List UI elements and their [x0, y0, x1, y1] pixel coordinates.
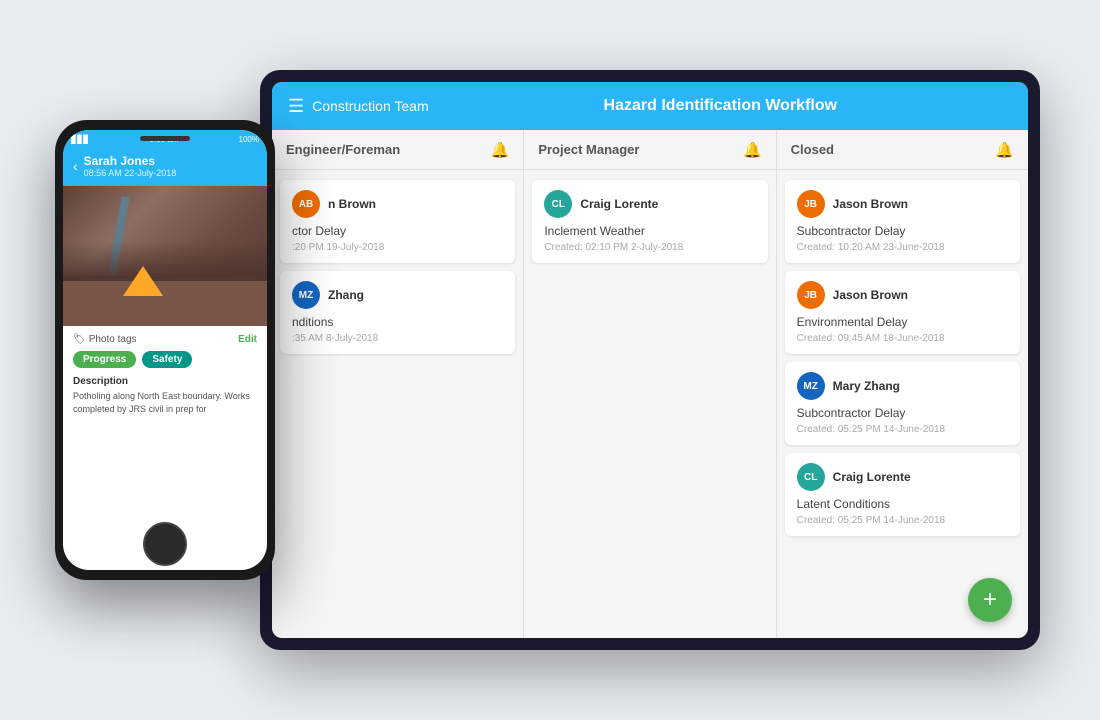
card-issue-closed-1: Subcontractor Delay [797, 224, 1008, 238]
menu-icon[interactable]: ☰ [288, 96, 304, 117]
description-text: Potholing along North East boundary. Wor… [73, 390, 257, 415]
card-date-2: :35 AM 8-July-2018 [292, 333, 503, 344]
card-name-closed-3: Mary Zhang [833, 379, 900, 393]
app-title: Hazard Identification Workflow [429, 97, 1012, 115]
card-date-closed-2: Created: 09:45 AM 18-June-2018 [797, 333, 1008, 344]
card-issue-closed-2: Environmental Delay [797, 315, 1008, 329]
card-engineer-2[interactable]: MZ Zhang nditions :35 AM 8-July-2018 [280, 271, 515, 354]
card-name-pm-1: Craig Lorente [580, 197, 658, 211]
photo-tags-label: 🏷 Photo tags [73, 334, 137, 345]
column-title-closed: Closed [791, 142, 834, 157]
card-issue-closed-4: Latent Conditions [797, 497, 1008, 511]
time-display: 9:80 am [150, 135, 179, 144]
avatar-cl-closed: CL [797, 463, 825, 491]
bell-icon-closed[interactable]: 🔔 [995, 141, 1014, 159]
phone-content: 🏷 Photo tags Edit Progress Safety Descri… [63, 326, 267, 570]
card-name-closed-1: Jason Brown [833, 197, 908, 211]
tag-progress[interactable]: Progress [73, 351, 136, 368]
column-engineer: Engineer/Foreman 🔔 AB n Brown ctor Delay… [272, 130, 524, 638]
card-closed-4[interactable]: CL Craig Lorente Latent Conditions Creat… [785, 453, 1020, 536]
card-closed-3[interactable]: MZ Mary Zhang Subcontractor Delay Create… [785, 362, 1020, 445]
card-closed-1[interactable]: JB Jason Brown Subcontractor Delay Creat… [785, 180, 1020, 263]
card-name-closed-2: Jason Brown [833, 288, 908, 302]
column-header-closed: Closed 🔔 [777, 130, 1028, 170]
column-header-engineer: Engineer/Foreman 🔔 [272, 130, 523, 170]
card-name-closed-4: Craig Lorente [833, 470, 911, 484]
tags-row: Progress Safety [73, 351, 257, 368]
avatar-mz-closed: MZ [797, 372, 825, 400]
card-pm-1[interactable]: CL Craig Lorente Inclement Weather Creat… [532, 180, 767, 263]
card-closed-2[interactable]: JB Jason Brown Environmental Delay Creat… [785, 271, 1020, 354]
bell-icon-pm[interactable]: 🔔 [743, 141, 762, 159]
phone-user-info: Sarah Jones 08:56 AM 22-July-2018 [84, 154, 257, 178]
description-heading: Description [73, 376, 257, 387]
card-issue-2: nditions [292, 315, 503, 329]
back-button[interactable]: ‹ [73, 158, 78, 174]
phone-device: ▊▊▊ 9:80 am 100% ‹ Sarah Jones 08:56 AM … [55, 120, 275, 580]
column-title-pm: Project Manager [538, 142, 639, 157]
card-issue-1: ctor Delay [292, 224, 503, 238]
team-name: Construction Team [312, 98, 428, 114]
column-title-engineer: Engineer/Foreman [286, 142, 400, 157]
card-name-1: n Brown [328, 197, 376, 211]
tag-safety[interactable]: Safety [142, 351, 192, 368]
soil-shape [63, 276, 267, 326]
card-date-closed-3: Created: 05:25 PM 14-June-2018 [797, 424, 1008, 435]
card-date-pm-1: Created: 02:10 PM 2-July-2018 [544, 242, 755, 253]
card-issue-pm-1: Inclement Weather [544, 224, 755, 238]
avatar-jb-1: JB [797, 190, 825, 218]
phone-header: ‹ Sarah Jones 08:56 AM 22-July-2018 [63, 148, 267, 186]
tablet-screen: ☰ Construction Team Hazard Identificatio… [272, 82, 1028, 638]
column-cards-closed: JB Jason Brown Subcontractor Delay Creat… [777, 170, 1028, 638]
column-project-manager: Project Manager 🔔 CL Craig Lorente Incle… [524, 130, 776, 638]
flag-shape [123, 266, 163, 296]
rocks-shape [63, 241, 267, 281]
phone-screen: ▊▊▊ 9:80 am 100% ‹ Sarah Jones 08:56 AM … [63, 130, 267, 570]
card-name-2: Zhang [328, 288, 364, 302]
kanban-board: Engineer/Foreman 🔔 AB n Brown ctor Delay… [272, 130, 1028, 638]
battery-icon: 100% [239, 135, 259, 144]
card-engineer-1[interactable]: AB n Brown ctor Delay :20 PM 19-July-201… [280, 180, 515, 263]
avatar-ab: AB [292, 190, 320, 218]
avatar-mz: MZ [292, 281, 320, 309]
column-header-pm: Project Manager 🔔 [524, 130, 775, 170]
column-cards-pm: CL Craig Lorente Inclement Weather Creat… [524, 170, 775, 638]
card-date-closed-4: Created: 05:25 PM 14-June-2018 [797, 515, 1008, 526]
tablet-header: ☰ Construction Team Hazard Identificatio… [272, 82, 1028, 130]
photo-tags-row: 🏷 Photo tags Edit [73, 334, 257, 345]
signal-icon: ▊▊▊ [71, 135, 89, 144]
card-date-closed-1: Created: 10:20 AM 23-June-2018 [797, 242, 1008, 253]
bell-icon-engineer[interactable]: 🔔 [491, 141, 510, 159]
card-issue-closed-3: Subcontractor Delay [797, 406, 1008, 420]
phone-photo [63, 186, 267, 326]
phone-user-name: Sarah Jones [84, 154, 257, 168]
fab-plus-icon: + [983, 586, 997, 614]
card-date-1: :20 PM 19-July-2018 [292, 242, 503, 253]
phone-user-timestamp: 08:56 AM 22-July-2018 [84, 168, 257, 178]
tag-icon: 🏷 [73, 334, 86, 345]
tablet-device: ☰ Construction Team Hazard Identificatio… [260, 70, 1040, 650]
column-cards-engineer: AB n Brown ctor Delay :20 PM 19-July-201… [272, 170, 523, 638]
avatar-jb-2: JB [797, 281, 825, 309]
avatar-cl-pm: CL [544, 190, 572, 218]
fab-add-button[interactable]: + [968, 578, 1012, 622]
edit-link[interactable]: Edit [238, 334, 257, 345]
column-closed: Closed 🔔 JB Jason Brown Subcontractor De… [777, 130, 1028, 638]
phone-status-bar: ▊▊▊ 9:80 am 100% [63, 130, 267, 148]
